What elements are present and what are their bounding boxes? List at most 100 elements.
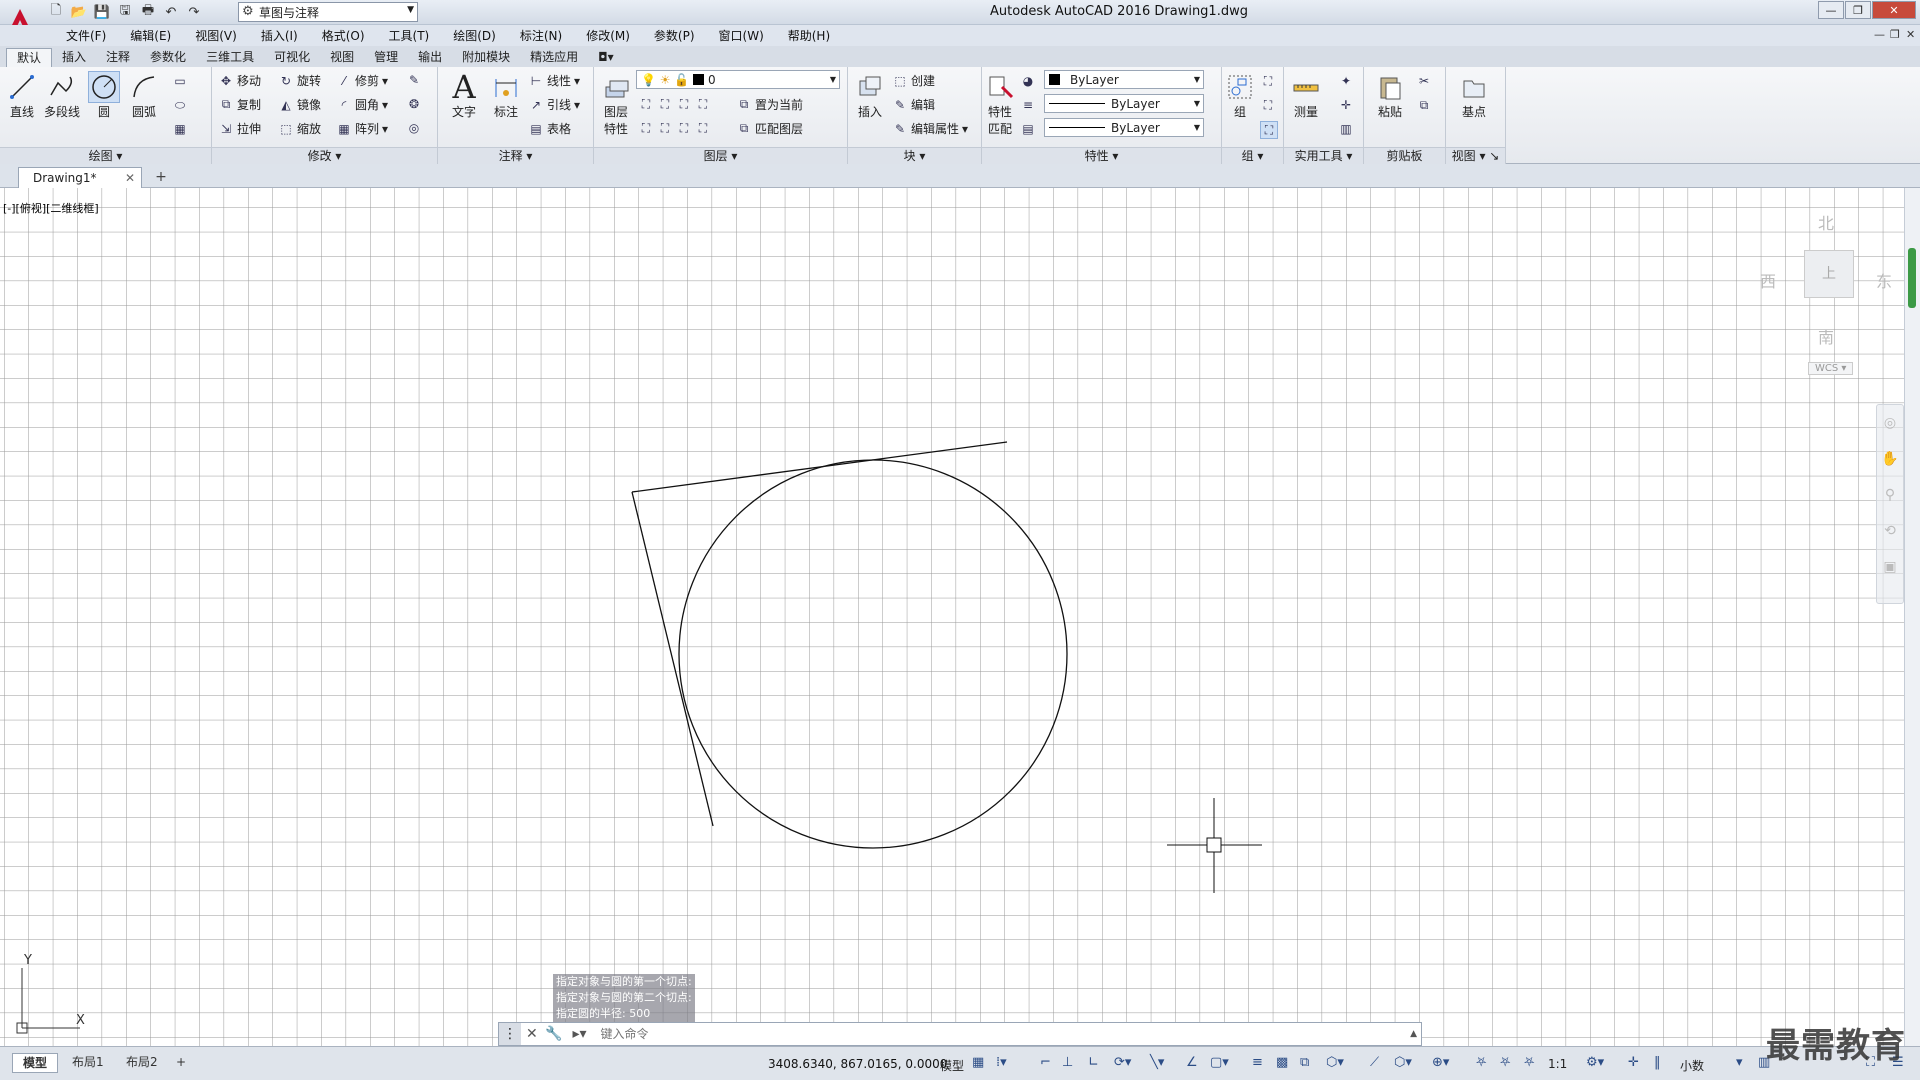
mirror-button[interactable]: ◭ 镜像 [278, 96, 321, 113]
edit-block-button[interactable]: ✎ 编辑 [892, 96, 935, 113]
print-icon[interactable]: 🖶 [138, 2, 158, 22]
menu-item-9[interactable]: 参数(P) [642, 27, 707, 44]
erase-button[interactable]: ✎ [406, 72, 422, 88]
infer-constraints-icon[interactable]: ⌐ [1040, 1055, 1051, 1070]
match-properties-button[interactable]: 特性 匹配 [984, 71, 1016, 137]
match-layer-button[interactable]: ⧉ 匹配图层 [736, 120, 803, 137]
dynamic-ucs-icon[interactable]: ⟋ [1370, 1055, 1379, 1070]
circle-button[interactable]: 圆 [88, 71, 120, 120]
linetype-select[interactable]: ByLayer ▼ [1044, 94, 1204, 113]
move-button[interactable]: ✥ 移动 [218, 72, 261, 89]
dimension-button[interactable]: 标注 [490, 71, 522, 120]
polar-icon[interactable]: ⟳▾ [1114, 1055, 1131, 1070]
ribbon-tab-0[interactable]: 默认 [6, 48, 53, 67]
drawing-svg[interactable]: Y X [0, 188, 1904, 1046]
layers-panel-title[interactable]: 图层 ▾ [594, 147, 847, 164]
grid-icon[interactable]: ▦ [972, 1055, 984, 1070]
stretch-button[interactable]: ⇲ 拉伸 [218, 120, 261, 137]
draw-panel-title[interactable]: 绘图 ▾ [0, 147, 211, 164]
annotation-visibility-icon[interactable]: ⛧ [1476, 1055, 1486, 1070]
menu-item-0[interactable]: 文件(F) [54, 27, 118, 44]
base-view-button[interactable]: 基点 [1458, 71, 1490, 120]
ungroup-icon[interactable]: ⛶ [1260, 73, 1276, 89]
viewport-controls-label[interactable]: [-][俯视][二维线框] [3, 200, 99, 216]
rectangle-button[interactable]: ▭ [172, 73, 188, 89]
lineweight-toggle-icon[interactable]: ≡ [1252, 1055, 1263, 1070]
nav-zoom-icon[interactable]: ⚲ [1877, 477, 1903, 513]
cut-icon[interactable]: ✂ [1416, 73, 1432, 89]
offset-button[interactable]: ◎ [406, 120, 422, 136]
add-layout-button[interactable]: + [172, 1053, 190, 1073]
trim-button[interactable]: ⁄ 修剪 ▾ [336, 72, 388, 89]
measure-button[interactable]: 测量 [1290, 71, 1322, 120]
save-as-icon[interactable]: 🖫 [115, 2, 135, 22]
layout-tab-layout2[interactable]: 布局2 [116, 1053, 168, 1073]
create-block-button[interactable]: ⬚ 创建 [892, 72, 935, 89]
open-file-icon[interactable]: 📂 [69, 2, 89, 22]
explode-button[interactable]: ❂ [406, 96, 422, 112]
new-file-icon[interactable]: 🗋 [46, 2, 66, 22]
ribbon-tab-9[interactable]: 附加模块 [452, 48, 520, 67]
menu-item-7[interactable]: 标注(N) [508, 27, 574, 44]
isodraft-icon[interactable]: ╲▾ [1150, 1055, 1164, 1070]
layer-properties-button[interactable]: 图层 特性 [600, 71, 632, 137]
layer-tools-row1[interactable]: ⛶ ⛶ ⛶ ⛶ [638, 96, 711, 112]
ribbon-tab-5[interactable]: 可视化 [264, 48, 320, 67]
quick-select-icon[interactable]: ✦ [1338, 73, 1354, 89]
workspace-select[interactable]: ⚙ 草图与注释 ▼ [238, 2, 418, 22]
table-button[interactable]: ▤ 表格 [528, 120, 571, 137]
layout-tab-layout1[interactable]: 布局1 [62, 1053, 114, 1073]
drawing-canvas[interactable]: Y X [0, 188, 1904, 1046]
view-panel-title[interactable]: 视图 ▾ ↘ [1446, 147, 1505, 164]
menu-item-8[interactable]: 修改(M) [574, 27, 642, 44]
make-current-button[interactable]: ⧉ 置为当前 [736, 96, 803, 113]
scrollbar-thumb[interactable] [1908, 248, 1916, 308]
model-space-toggle[interactable]: 模型 [940, 1057, 964, 1074]
ribbon-tab-1[interactable]: 插入 [52, 48, 96, 67]
command-input[interactable] [594, 1024, 1411, 1044]
mdi-minimize-icon[interactable]: — [1874, 28, 1885, 41]
document-tab-drawing1[interactable]: Drawing1* ✕ [18, 167, 142, 188]
nav-showmotion-icon[interactable]: ▣ [1877, 549, 1903, 585]
wrench-icon[interactable]: 🔧 [542, 1023, 565, 1045]
close-icon[interactable]: ✕ [125, 168, 135, 188]
transparency-toggle-icon[interactable]: ▩ [1276, 1055, 1288, 1070]
utilities-panel-title[interactable]: 实用工具 ▾ [1284, 147, 1363, 164]
coordinates-readout[interactable]: 3408.6340, 867.0165, 0.0000 [768, 1057, 947, 1071]
restore-button[interactable]: ❐ [1845, 1, 1871, 19]
layout-tab-model[interactable]: 模型 [12, 1053, 59, 1073]
workspace-switch-icon[interactable]: ⚙▾ [1586, 1055, 1604, 1070]
nav-orbit-icon[interactable]: ⟲ [1877, 513, 1903, 549]
color-select[interactable]: ByLayer ▼ [1044, 70, 1204, 89]
clipboard-panel-title[interactable]: 剪贴板 [1364, 147, 1445, 164]
new-tab-button[interactable]: + [150, 169, 172, 187]
object-snap-icon[interactable]: ▢▾ [1210, 1055, 1229, 1070]
3d-osnap-icon[interactable]: ⬡▾ [1326, 1055, 1344, 1070]
snap-icon[interactable]: ⁞▾ [996, 1055, 1007, 1070]
annotation-panel-title[interactable]: 注释 ▾ [438, 147, 593, 164]
menu-item-10[interactable]: 窗口(W) [707, 27, 776, 44]
close-icon[interactable]: ✕ [520, 1023, 543, 1045]
viewcube-south[interactable]: 南 [1818, 324, 1834, 348]
viewcube-north[interactable]: 北 [1818, 210, 1834, 234]
menu-item-4[interactable]: 格式(O) [310, 27, 377, 44]
menu-item-2[interactable]: 视图(V) [183, 27, 249, 44]
group-button[interactable]: 组 [1224, 71, 1256, 120]
layer-tools-row2[interactable]: ⛶ ⛶ ⛶ ⛶ [638, 120, 711, 136]
viewcube-top-face[interactable]: 上 [1804, 250, 1854, 298]
nav-steering-wheel-icon[interactable]: ◎ [1877, 405, 1903, 441]
mdi-restore-icon[interactable]: ❐ [1890, 28, 1900, 41]
viewcube[interactable]: 北 西 东 南 上 WCS ▾ [1756, 206, 1892, 376]
command-prompt-icon[interactable]: ▸▾ [564, 1023, 595, 1045]
chevron-up-icon[interactable]: ▲ [1410, 1029, 1421, 1039]
grip-icon[interactable]: ⋮ [499, 1023, 521, 1045]
selection-filter-icon[interactable]: ⬡▾ [1394, 1055, 1412, 1070]
annotation-monitor-icon[interactable]: ✛ [1628, 1055, 1639, 1070]
redo-icon[interactable]: ↷ [184, 2, 204, 22]
ribbon-tab-6[interactable]: 视图 [320, 48, 364, 67]
annotation-scale-icon[interactable]: ⛧ [1524, 1055, 1534, 1070]
wcs-menu[interactable]: WCS ▾ [1808, 362, 1854, 375]
ellipse-button[interactable]: ⬭ [172, 97, 188, 113]
ribbon-tab-3[interactable]: 参数化 [140, 48, 196, 67]
menu-item-6[interactable]: 绘图(D) [441, 27, 508, 44]
